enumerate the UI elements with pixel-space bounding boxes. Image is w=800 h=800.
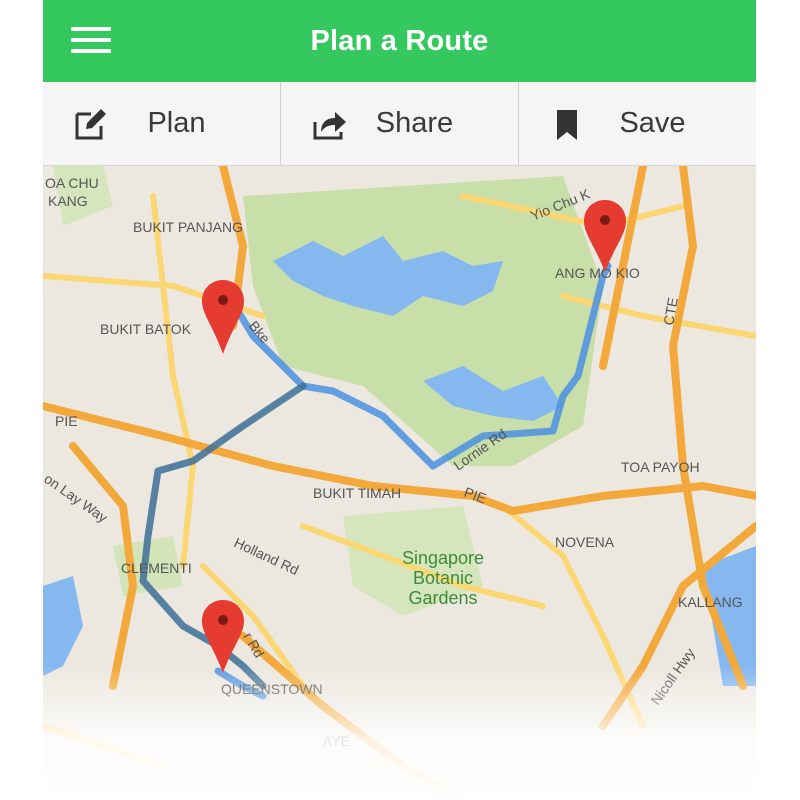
map-label-botanic-3: Gardens (408, 588, 477, 608)
route-map[interactable]: OA CHU KANG BUKIT PANJANG BUKIT BATOK AN… (43, 166, 756, 800)
map-label-bukit-timah: BUKIT TIMAH (313, 485, 401, 501)
plan-label: Plan (147, 107, 206, 139)
map-label-kallang: KALLANG (678, 594, 743, 610)
map-label-pie-left: PIE (55, 413, 78, 429)
action-toolbar: Plan Share Save (43, 82, 756, 166)
share-button[interactable]: Share (280, 82, 518, 165)
map-label-bukit-panjang: BUKIT PANJANG (133, 219, 243, 235)
menu-icon[interactable] (61, 20, 117, 60)
app-frame: Plan a Route Plan Share Save OA CHU KANG… (43, 0, 756, 800)
app-header: Plan a Route (43, 0, 756, 82)
save-label: Save (619, 107, 686, 139)
map-label-bukit-batok: BUKIT BATOK (100, 321, 192, 337)
map-label-botanic-2: Botanic (413, 568, 473, 588)
map-label-choa-chu-kang: OA CHU (45, 175, 99, 191)
plan-button[interactable]: Plan (43, 82, 280, 165)
map-label-aye: AYE (323, 733, 350, 749)
map-canvas: OA CHU KANG BUKIT PANJANG BUKIT BATOK AN… (43, 166, 756, 800)
map-label-botanic-1: Singapore (402, 548, 484, 568)
share-label: Share (375, 107, 454, 139)
map-label-choa-chu-kang-2: KANG (48, 193, 88, 209)
map-label-singapore-faded: Singapore (553, 755, 662, 782)
map-label-novena: NOVENA (555, 534, 615, 550)
map-label-clementi: CLEMENTI (121, 560, 192, 576)
map-label-queenstown: QUEENSTOWN (221, 681, 323, 697)
map-label-ang-mo-kio: ANG MO KIO (555, 265, 640, 281)
map-label-toa-payoh: TOA PAYOH (621, 459, 700, 475)
save-button[interactable]: Save (518, 82, 756, 165)
page-title: Plan a Route (310, 24, 489, 57)
